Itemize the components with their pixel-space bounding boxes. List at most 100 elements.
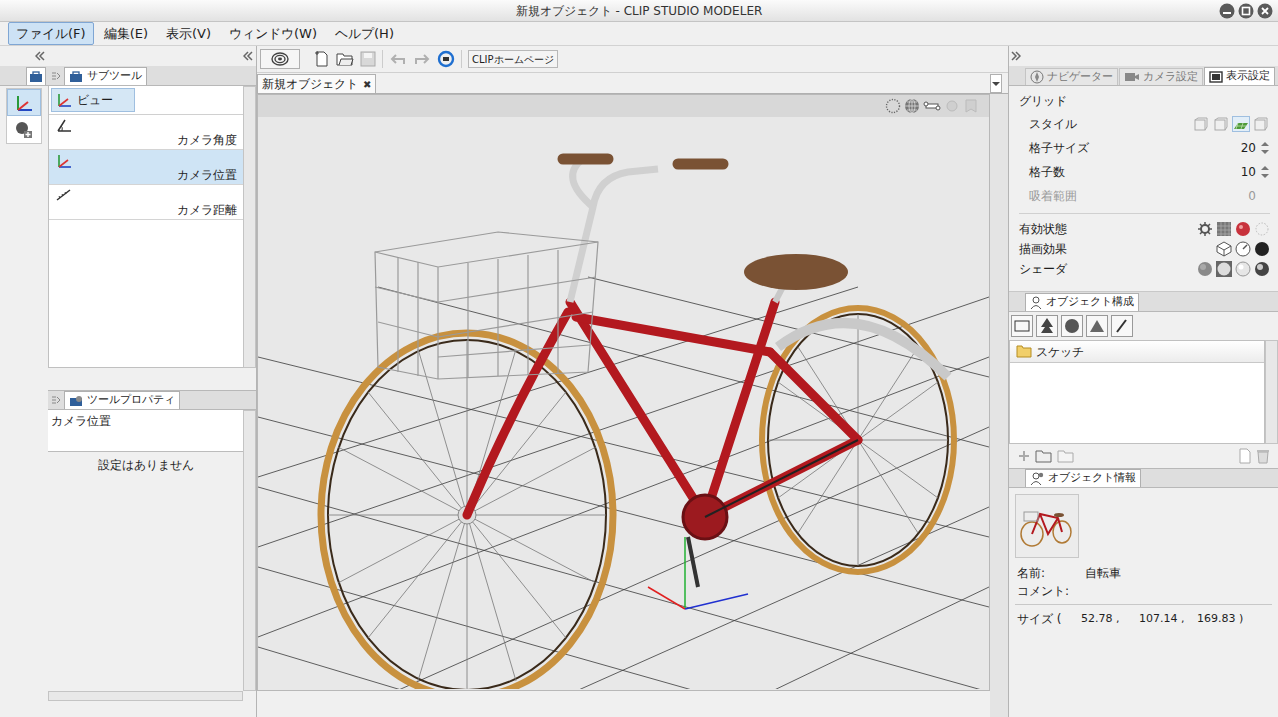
expand-right-icon[interactable] bbox=[1011, 51, 1021, 61]
homepage-button[interactable]: CLIPホームページ bbox=[468, 50, 558, 68]
light-gray-sphere-icon[interactable] bbox=[1235, 261, 1251, 277]
undo-icon[interactable] bbox=[389, 52, 407, 66]
document-tab[interactable]: 新規オブジェクト ✖ bbox=[257, 74, 376, 93]
window-title: 新規オブジェクト - CLIP STUDIO MODELER bbox=[70, 2, 1208, 20]
trash-icon[interactable] bbox=[1256, 448, 1270, 464]
scene-icon[interactable] bbox=[1011, 315, 1033, 337]
cube-icon[interactable] bbox=[1216, 241, 1232, 257]
title-bar: 新規オブジェクト - CLIP STUDIO MODELER bbox=[0, 0, 1278, 22]
grid-style-icon[interactable] bbox=[1212, 116, 1230, 132]
object-tool-icon[interactable] bbox=[7, 116, 41, 143]
glossy-sphere-icon[interactable] bbox=[1254, 261, 1270, 277]
object-name[interactable]: 自転車 bbox=[1085, 564, 1121, 582]
material-icon[interactable] bbox=[1235, 221, 1251, 237]
maximize-icon[interactable] bbox=[1238, 3, 1254, 19]
light-sphere-icon[interactable] bbox=[1254, 221, 1270, 237]
object-structure-tab[interactable]: オブジェクト構成 bbox=[1025, 293, 1139, 311]
subtool-tab[interactable]: サブツール bbox=[64, 67, 147, 85]
new-folder-icon[interactable] bbox=[1035, 449, 1053, 463]
panel-menu-icon[interactable] bbox=[51, 71, 61, 81]
size-label: サイズ ( bbox=[1017, 610, 1081, 628]
close-icon[interactable] bbox=[1257, 3, 1273, 19]
shaded-sphere-icon[interactable] bbox=[1216, 261, 1232, 277]
viewport[interactable] bbox=[257, 94, 990, 691]
collapse-left-icon[interactable] bbox=[35, 51, 45, 61]
subtool-tab-icon bbox=[69, 71, 83, 83]
tool-property-tab[interactable]: ツールプロパティ bbox=[64, 391, 180, 409]
bone-icon[interactable] bbox=[923, 98, 941, 114]
setting-label: 格子数 bbox=[1029, 163, 1240, 181]
gear-icon[interactable] bbox=[1197, 221, 1213, 237]
spiral-button[interactable] bbox=[260, 49, 300, 69]
subtool-item[interactable]: カメラ位置 bbox=[49, 150, 243, 185]
reset-camera-icon[interactable] bbox=[437, 50, 455, 68]
menu-item[interactable]: 編集(E) bbox=[96, 22, 156, 46]
black-sphere-icon[interactable] bbox=[1254, 241, 1270, 257]
object-structure-label: オブジェクト構成 bbox=[1046, 294, 1134, 311]
structure-item[interactable]: スケッチ bbox=[1010, 341, 1264, 363]
structure-scrollbar[interactable] bbox=[1265, 340, 1278, 444]
collapse-subtool-icon[interactable] bbox=[243, 51, 253, 61]
setting-value[interactable]: 20 bbox=[1240, 139, 1260, 157]
setting-label: 有効状態 bbox=[1019, 220, 1197, 238]
menu-item[interactable]: ウィンドウ(W) bbox=[221, 22, 325, 46]
page-icon[interactable] bbox=[1238, 448, 1252, 464]
open-folder-icon[interactable] bbox=[336, 51, 354, 67]
redo-icon[interactable] bbox=[413, 52, 431, 66]
tab-dropdown[interactable] bbox=[990, 74, 1002, 93]
save-icon[interactable] bbox=[360, 51, 376, 67]
texture-icon[interactable] bbox=[1216, 221, 1232, 237]
panel-tab[interactable]: ナビゲーター bbox=[1025, 68, 1118, 85]
setting-label: 吸着範囲 bbox=[1029, 187, 1248, 205]
clock-icon[interactable] bbox=[1235, 241, 1251, 257]
circle-icon[interactable] bbox=[944, 98, 960, 114]
menu-item[interactable]: ファイル(F) bbox=[8, 22, 94, 46]
spiral-icon bbox=[271, 52, 289, 66]
grid-style-icon[interactable] bbox=[1232, 116, 1250, 132]
grid-style-icon[interactable] bbox=[1252, 116, 1270, 132]
object-info-tab[interactable]: オブジェクト情報 bbox=[1025, 469, 1141, 487]
panel-tab[interactable]: 表示設定 bbox=[1204, 67, 1275, 85]
subtool-scrollbar[interactable] bbox=[243, 86, 256, 368]
light-icon[interactable] bbox=[1086, 315, 1108, 337]
toolbox-icon[interactable] bbox=[29, 71, 43, 83]
setting-label: 描画効果 bbox=[1019, 240, 1216, 258]
subtool-item[interactable]: カメラ角度 bbox=[49, 115, 243, 150]
dotted-sphere-icon[interactable] bbox=[885, 98, 901, 114]
sphere-icon[interactable] bbox=[1061, 315, 1083, 337]
object-info-label: オブジェクト情報 bbox=[1048, 470, 1136, 487]
property-hscrollbar[interactable] bbox=[48, 691, 243, 701]
add-icon[interactable] bbox=[1017, 449, 1031, 463]
view-tool-icon[interactable] bbox=[7, 89, 41, 116]
structure-item-label: スケッチ bbox=[1036, 343, 1084, 361]
menu-item[interactable]: 表示(V) bbox=[158, 22, 219, 46]
pen-icon[interactable] bbox=[1111, 315, 1133, 337]
navigator-icon bbox=[1030, 70, 1044, 84]
view-group-icon bbox=[55, 91, 73, 109]
subtool-item[interactable]: カメラ距離 bbox=[49, 185, 243, 220]
left-column: サブツール ビュー カメラ角度カメラ位置カメラ距離 bbox=[0, 46, 257, 717]
tool-property-label: ツールプロパティ bbox=[87, 392, 175, 409]
new-file-icon[interactable] bbox=[314, 50, 330, 68]
tree-icon[interactable] bbox=[1036, 315, 1058, 337]
flag-icon[interactable] bbox=[963, 98, 979, 114]
setting-value[interactable]: 10 bbox=[1240, 163, 1260, 181]
folder-move-icon[interactable] bbox=[1057, 449, 1075, 463]
property-menu-icon[interactable] bbox=[51, 395, 61, 405]
camera-angle-icon bbox=[55, 117, 237, 133]
dropdown-arrow-icon bbox=[992, 81, 1000, 87]
gray-sphere-icon[interactable] bbox=[1197, 261, 1213, 277]
document-tab-close[interactable]: ✖ bbox=[363, 77, 371, 92]
globe-icon[interactable] bbox=[904, 98, 920, 114]
object-structure-list: スケッチ bbox=[1009, 340, 1265, 444]
display-icon bbox=[1209, 71, 1223, 83]
subtool-group-button[interactable]: ビュー bbox=[51, 88, 135, 112]
grid-style-icon[interactable] bbox=[1192, 116, 1210, 132]
property-scrollbar[interactable] bbox=[243, 410, 256, 691]
spinner-icon[interactable] bbox=[1260, 140, 1270, 156]
minimize-icon[interactable] bbox=[1219, 3, 1235, 19]
spinner-icon[interactable] bbox=[1260, 164, 1270, 180]
subtool-item-label: カメラ角度 bbox=[55, 133, 237, 147]
menu-item[interactable]: ヘルプ(H) bbox=[327, 22, 402, 46]
panel-tab[interactable]: カメラ設定 bbox=[1119, 68, 1203, 85]
